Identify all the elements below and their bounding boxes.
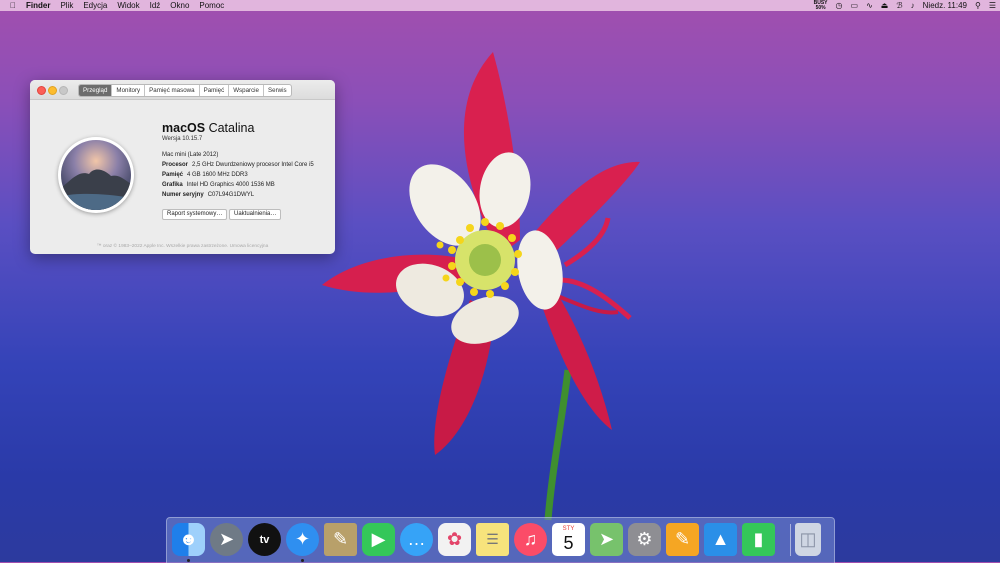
tab-bar: Przegląd Monitory Pamięć masowa Pamięć W… (78, 84, 292, 97)
spec-value: C07L94G1DWYL (207, 192, 255, 198)
keynote-icon[interactable]: ▲ (704, 523, 737, 556)
spec-key: Numer seryjny (162, 192, 204, 198)
menu-help[interactable]: Pomoc (194, 0, 229, 11)
finder-icon[interactable]: ☻ (172, 523, 205, 556)
menu-edit[interactable]: Edycja (78, 0, 112, 11)
menu-view[interactable]: Widok (112, 0, 144, 11)
os-version: Wersja 10.15.7 (162, 136, 203, 142)
dock-separator (790, 524, 791, 556)
music-icon[interactable]: ♫ (514, 523, 547, 556)
safari-icon[interactable]: ✦ (286, 523, 319, 556)
about-this-mac-window: Przegląd Monitory Pamięć masowa Pamięć W… (30, 80, 335, 254)
os-name-rest: Catalina (205, 121, 255, 135)
tab-storage[interactable]: Pamięć masowa (145, 85, 200, 96)
messages-icon[interactable]: … (400, 523, 433, 556)
menu-finder[interactable]: Finder (21, 0, 55, 11)
spec-row-graphics: Grafika Intel HD Graphics 4000 1536 MB (162, 182, 275, 188)
system-preferences-icon[interactable]: ⚙ (628, 523, 661, 556)
eject-icon[interactable]: ⏏ (881, 0, 889, 11)
calendar-month: STY (562, 526, 575, 532)
spec-row-processor: Procesor 2,5 GHz Dwurdzeniowy procesor In… (162, 162, 314, 168)
control-center-icon[interactable]: ☰ (989, 0, 996, 11)
minimize-button[interactable] (48, 86, 57, 95)
copyright-notice: ™ oraz © 1983–2022 Apple Inc. Wszelkie p… (96, 244, 269, 249)
spec-key: Grafika (162, 182, 183, 188)
model-name: Mac mini (Late 2012) (162, 152, 219, 158)
menu-bar:  Finder Plik Edycja Widok Idź Okno Pomo… (0, 0, 1000, 11)
calendar-icon[interactable]: STY 5 (552, 523, 585, 556)
spec-key: Procesor (162, 162, 189, 168)
spec-key: Pamięć (162, 172, 184, 178)
volume-icon[interactable]: ♪ (911, 0, 915, 11)
spec-value: 2,5 GHz Dwurdzeniowy procesor Intel Core… (192, 162, 314, 168)
tab-overview[interactable]: Przegląd (79, 85, 113, 96)
bluetooth-icon[interactable]: ℬ (896, 0, 902, 11)
tab-service[interactable]: Serwis (264, 85, 291, 96)
menu-clock[interactable]: Niedz. 11:49 (923, 0, 967, 11)
trash-icon[interactable]: ◫ (795, 523, 821, 556)
menu-go[interactable]: Idź (145, 0, 166, 11)
spec-value: 4 GB 1600 MHz DDR3 (187, 172, 248, 178)
notes-icon[interactable]: ☰ (476, 523, 509, 556)
pages-icon[interactable]: ✎ (666, 523, 699, 556)
tab-memory[interactable]: Pamięć (200, 85, 230, 96)
spec-row-serial: Numer seryjny C07L94G1DWYL (162, 192, 254, 198)
menu-window[interactable]: Okno (165, 0, 194, 11)
preview-icon[interactable]: ✎ (324, 523, 357, 556)
spec-row-memory: Pamięć 4 GB 1600 MHz DDR3 (162, 172, 248, 178)
tab-displays[interactable]: Monitory (112, 85, 146, 96)
zoom-button[interactable] (59, 86, 68, 95)
system-report-button[interactable]: Raport systemowy… (162, 209, 228, 220)
menu-file[interactable]: Plik (55, 0, 78, 11)
facetime-icon[interactable]: ▶ (362, 523, 395, 556)
dock: ☻ ➤ tv ✦ ✎ ▶ … ✿ ☰ ♫ STY 5 ➤ ⚙ ✎ ▲ ▮ ◫ (166, 517, 835, 563)
time-machine-icon[interactable]: ◷ (836, 0, 843, 11)
calendar-day: 5 (563, 533, 574, 553)
tab-support[interactable]: Wsparcie (229, 85, 264, 96)
software-update-button[interactable]: Uaktualnienia… (229, 209, 282, 220)
os-name: macOS Catalina (162, 121, 254, 135)
display-icon[interactable]: ▭ (851, 0, 859, 11)
apple-menu-icon[interactable]:  (0, 0, 21, 11)
macos-catalina-logo (58, 137, 134, 213)
close-button[interactable] (37, 86, 46, 95)
spec-value: Intel HD Graphics 4000 1536 MB (186, 182, 275, 188)
launchpad-icon[interactable]: ➤ (210, 523, 243, 556)
battery-icon[interactable]: BUSY 50% (814, 0, 828, 11)
wifi-icon[interactable]: ∿ (866, 0, 873, 11)
battery-percent-label: 50% (815, 4, 826, 11)
os-name-bold: macOS (162, 121, 206, 135)
maps-icon[interactable]: ➤ (590, 523, 623, 556)
numbers-icon[interactable]: ▮ (742, 523, 775, 556)
search-icon[interactable]: ⚲ (975, 0, 981, 11)
photos-icon[interactable]: ✿ (438, 523, 471, 556)
window-titlebar[interactable]: Przegląd Monitory Pamięć masowa Pamięć W… (30, 80, 335, 100)
apple-tv-icon[interactable]: tv (248, 523, 281, 556)
